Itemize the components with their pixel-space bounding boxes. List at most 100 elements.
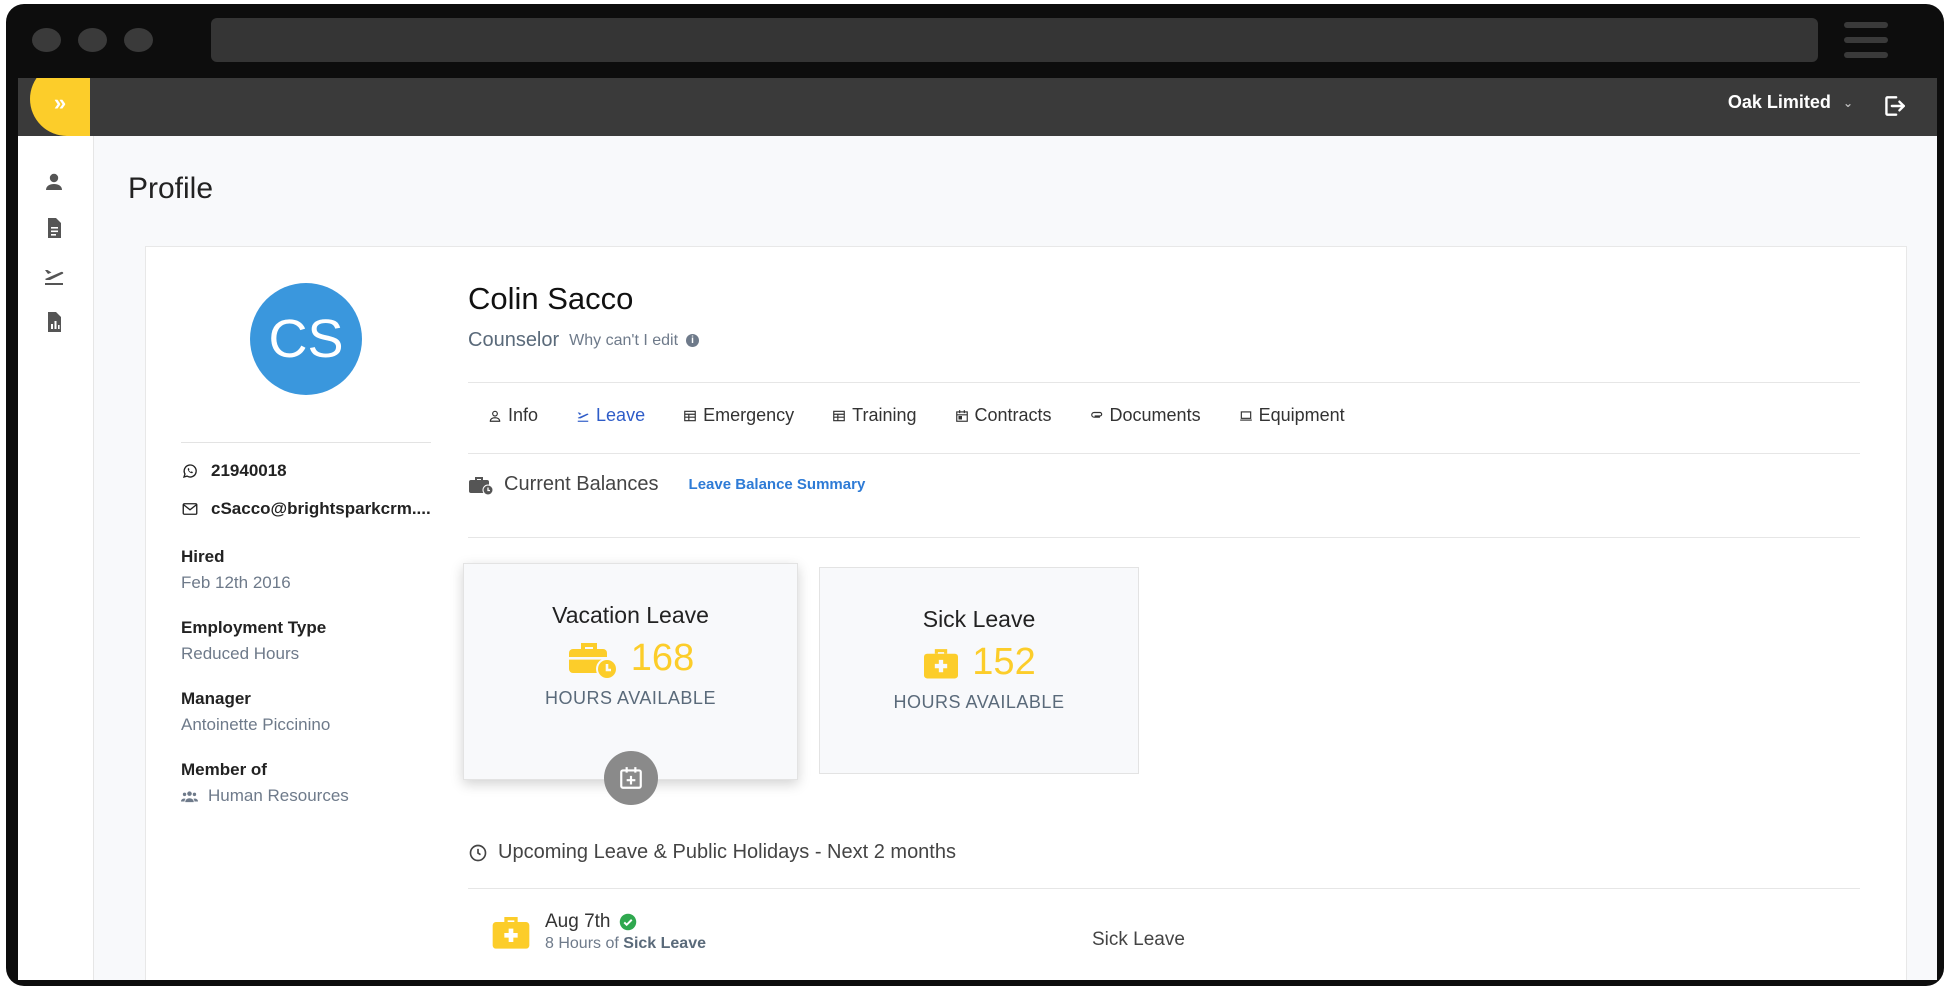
why-cant-edit-link[interactable]: Why can't I edit i (569, 331, 700, 350)
table-icon (684, 410, 696, 421)
sick-leave-card[interactable]: Sick Leave 152 HOURS AVAILABLE (819, 567, 1139, 774)
plane-departure-icon[interactable] (42, 263, 66, 287)
tab-contracts[interactable]: Contracts (955, 405, 1052, 426)
tab-documents[interactable]: Documents (1090, 405, 1201, 426)
employment-type-value: Reduced Hours (181, 644, 300, 663)
leave-date: Aug 7th (545, 911, 611, 932)
upcoming-leave-hours: 8 Hours of Sick Leave (545, 935, 706, 953)
upcoming-leave-date: Aug 7th (545, 911, 706, 933)
calendar-plus-icon (620, 767, 642, 789)
sidebar (18, 136, 94, 980)
hired-value: Feb 12th 2016 (181, 573, 291, 592)
vacation-leave-balance: 168 (464, 637, 797, 680)
email-address: cSacco@brightsparkcrm.... (211, 499, 431, 518)
tab-label: Emergency (703, 405, 795, 425)
upcoming-leave-details: Aug 7th 8 Hours of Sick Leave (545, 911, 706, 953)
avatar[interactable]: CS (250, 283, 362, 395)
whatsapp-icon (182, 464, 197, 479)
sick-leave-title: Sick Leave (922, 606, 1036, 632)
leave-hours-prefix: 8 Hours of (545, 935, 619, 952)
divider (468, 888, 1860, 889)
hired-label: Hired (181, 547, 225, 566)
employment-type-label: Employment Type (181, 618, 327, 637)
leave-balance-summary-link[interactable]: Leave Balance Summary (689, 476, 866, 493)
report-icon[interactable] (42, 310, 66, 334)
page-title: Profile (128, 172, 214, 205)
why-cant-edit-text: Why can't I edit (569, 331, 679, 349)
divider (181, 442, 431, 443)
request-leave-button[interactable] (604, 751, 658, 805)
list-item[interactable]: Aug 7th 8 Hours of Sick Leave (491, 911, 706, 953)
tab-label: Contracts (974, 405, 1052, 425)
top-bar: Oak Limited ⌄ (18, 78, 1937, 136)
calendar-icon (955, 409, 968, 422)
browser-frame: Oak Limited ⌄ » Profile CS 21940018 cSac… (6, 4, 1944, 986)
sick-hours-unit: HOURS AVAILABLE (893, 692, 1065, 712)
medical-kit-icon (492, 917, 530, 949)
divider (468, 382, 1860, 383)
mail-icon (182, 503, 198, 515)
tab-label: Leave (596, 405, 646, 425)
phone-number: 21940018 (211, 461, 287, 480)
vacation-leave-card[interactable]: Vacation Leave 168 HOURS AVAILABLE (463, 563, 798, 805)
upcoming-leave-header: Upcoming Leave & Public Holidays - Next … (468, 841, 956, 864)
address-bar[interactable] (211, 18, 1818, 62)
check-circle-icon (619, 913, 636, 931)
member-of-value[interactable]: Human Resources (181, 786, 349, 806)
plane-departure-icon (577, 412, 589, 422)
profile-card: CS 21940018 cSacco@brightsparkcrm.... Hi… (145, 246, 1907, 980)
tab-info[interactable]: Info (488, 405, 538, 426)
role-title: Counselor (468, 329, 560, 351)
window-close-dot[interactable] (32, 28, 61, 52)
tab-label: Equipment (1258, 405, 1345, 425)
member-of-label: Member of (181, 760, 267, 779)
upcoming-leave-type: Sick Leave (1092, 929, 1185, 950)
employee-name: Colin Sacco (468, 281, 634, 316)
table-icon (833, 410, 845, 421)
tab-emergency[interactable]: Emergency (683, 405, 794, 426)
manager-value: Antoinette Piccinino (181, 715, 331, 734)
company-name: Oak Limited (1727, 92, 1831, 112)
sick-leave-balance: 152 (820, 641, 1138, 684)
chevron-down-icon: ⌄ (1842, 95, 1853, 110)
phone-contact[interactable]: 21940018 (181, 461, 287, 481)
medical-kit-icon (924, 648, 959, 678)
tab-label: Training (852, 405, 917, 425)
briefcase-clock-icon (568, 642, 618, 679)
vacation-hours-unit: HOURS AVAILABLE (545, 688, 716, 708)
browser-menu-icon[interactable] (1844, 22, 1888, 67)
briefcase-clock-icon (469, 476, 494, 495)
vacation-hours-value: 168 (630, 637, 695, 679)
logout-icon[interactable] (1881, 93, 1907, 119)
divider (468, 453, 1860, 454)
tab-label: Info (508, 405, 539, 425)
sick-hours-value: 152 (972, 641, 1036, 683)
company-selector[interactable]: Oak Limited ⌄ (1728, 92, 1853, 113)
manager-label: Manager (181, 689, 251, 708)
employee-role: Counselor Why can't I edit i (468, 329, 700, 352)
department-name: Human Resources (208, 786, 349, 805)
divider (468, 537, 1860, 538)
paperclip-icon (1090, 411, 1102, 418)
laptop-icon (1239, 410, 1252, 421)
user-icon (489, 410, 501, 422)
tab-equipment[interactable]: Equipment (1239, 405, 1345, 426)
window-maximize-dot[interactable] (124, 28, 153, 52)
window-controls (32, 28, 153, 52)
current-balances-header: Current Balances Leave Balance Summary (468, 473, 865, 496)
info-icon: i (686, 334, 700, 347)
window-minimize-dot[interactable] (78, 28, 107, 52)
email-contact[interactable]: cSacco@brightsparkcrm.... (181, 499, 431, 519)
document-icon[interactable] (42, 216, 66, 240)
tab-training[interactable]: Training (832, 405, 917, 426)
upcoming-leave-title: Upcoming Leave & Public Holidays - Next … (498, 841, 956, 863)
tab-label: Documents (1109, 405, 1201, 425)
leave-type-bold: Sick Leave (623, 935, 706, 952)
tab-leave[interactable]: Leave (576, 405, 645, 426)
vacation-leave-title: Vacation Leave (552, 602, 709, 628)
clock-icon (469, 844, 487, 861)
user-icon[interactable] (42, 170, 66, 194)
profile-tabs: Info Leave Emergency Training Contracts (488, 405, 1345, 426)
app-screen: Oak Limited ⌄ » Profile CS 21940018 cSac… (18, 78, 1937, 980)
users-icon (181, 790, 198, 802)
